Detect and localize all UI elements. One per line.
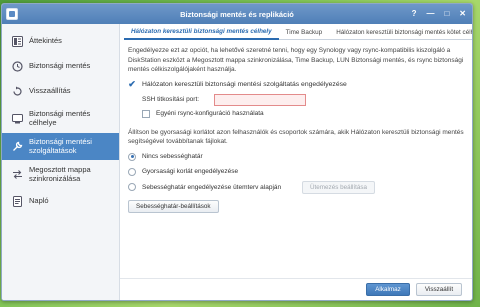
help-icon[interactable]: ? [412, 8, 417, 20]
maximize-icon[interactable]: □ [444, 8, 449, 20]
radio-enable-limit-row: Gyorsasági korlát engedélyezése [128, 167, 470, 176]
intro-text: Engedélyezze ezt az opciót, ha lehetővé … [128, 47, 464, 73]
wrench-icon [12, 141, 23, 152]
overview-icon [12, 35, 23, 47]
speed-limit-settings-button[interactable]: Sebességhatár-beállítások [128, 199, 219, 213]
settings-panel: Engedélyezze ezt az opciót, ha lehetővé … [128, 46, 470, 213]
minimize-icon[interactable]: — [426, 8, 434, 20]
sync-icon [12, 169, 23, 180]
radio-no-limit[interactable] [128, 152, 136, 161]
sidebar-item-backup-destination[interactable]: Biztonsági mentés célhelye [2, 105, 119, 132]
radio-no-limit-row: Nincs sebességhatár [128, 152, 470, 161]
window-title: Biztonsági mentés és replikáció [180, 9, 294, 19]
sidebar: Áttekintés Biztonsági mentés Visszaállít… [2, 24, 120, 300]
radio-label: Nincs sebességhatár [142, 153, 203, 160]
tab-network-backup-destination[interactable]: Hálózaton keresztüli biztonsági mentés c… [124, 24, 279, 40]
close-icon[interactable]: ✕ [459, 8, 466, 20]
radio-schedule-row: Sebességhatár engedélyezése ütemterv ala… [128, 180, 470, 194]
sidebar-item-label: Biztonsági mentés célhelye [29, 109, 91, 127]
sidebar-item-label: Biztonsági mentési szolgáltatások [29, 137, 92, 155]
enable-service-row: ✔ Hálózaton keresztüli biztonsági mentés… [128, 79, 470, 89]
log-icon [12, 195, 23, 207]
radio-label: Sebességhatár engedélyezése ütemterv ala… [142, 183, 282, 191]
sidebar-item-label: Biztonsági mentés [29, 60, 91, 70]
tab-bar: Hálózaton keresztüli biztonsági mentés c… [124, 24, 472, 40]
reset-button[interactable]: Visszaállít [416, 283, 462, 296]
destination-icon [12, 113, 23, 124]
schedule-settings-button[interactable]: Ütemezés beállítása [302, 180, 376, 194]
sidebar-item-restore[interactable]: Visszaállítás [2, 80, 119, 102]
sidebar-item-backup-services[interactable]: Biztonsági mentési szolgáltatások [2, 133, 119, 160]
radio-enable-limit[interactable] [128, 167, 136, 176]
enable-service-checkbox[interactable]: ✔ [128, 79, 136, 89]
restore-icon [12, 86, 23, 97]
sidebar-item-shared-folder-sync[interactable]: Megosztott mappa szinkronizálása [2, 161, 119, 188]
window-controls: ? — □ ✕ [412, 8, 466, 20]
apply-button[interactable]: Alkalmaz [366, 283, 410, 296]
app-window: Biztonsági mentés és replikáció ? — □ ✕ … [1, 3, 473, 301]
ssh-port-label: SSH titkosítási port: [142, 96, 200, 103]
tab-time-backup[interactable]: Time Backup [279, 24, 330, 40]
tab-network-backup-volume[interactable]: Hálózaton keresztüli biztonsági mentés k… [329, 24, 472, 40]
title-bar[interactable]: Biztonsági mentés és replikáció ? — □ ✕ [2, 4, 472, 24]
ssh-port-row: SSH titkosítási port: [142, 93, 470, 106]
sidebar-item-backup[interactable]: Biztonsági mentés [2, 55, 119, 77]
custom-rsync-row: Egyéni rsync-konfiguráció használata [142, 109, 470, 118]
sidebar-item-log[interactable]: Napló [2, 190, 119, 212]
custom-rsync-label: Egyéni rsync-konfiguráció használata [156, 110, 264, 117]
main-content: Hálózaton keresztüli biztonsági mentés c… [120, 24, 472, 300]
sidebar-item-label: Áttekintés [29, 35, 62, 45]
sidebar-item-label: Visszaállítás [29, 85, 71, 95]
enable-service-label: Hálózaton keresztüli biztonsági mentési … [142, 81, 347, 88]
footer-bar: Alkalmaz Visszaállít [120, 278, 472, 300]
sidebar-item-label: Napló [29, 195, 49, 205]
radio-schedule-limit[interactable] [128, 183, 136, 191]
radio-label: Gyorsasági korlát engedélyezése [142, 168, 239, 175]
sidebar-item-label: Megosztott mappa szinkronizálása [29, 165, 91, 183]
backup-icon [12, 60, 23, 72]
custom-rsync-checkbox[interactable] [142, 109, 150, 118]
app-icon [6, 8, 18, 20]
ssh-port-input[interactable] [214, 93, 306, 106]
speed-limit-intro: Állítson be gyorsasági korlátot azon fel… [128, 128, 464, 146]
sidebar-item-overview[interactable]: Áttekintés [2, 30, 119, 52]
